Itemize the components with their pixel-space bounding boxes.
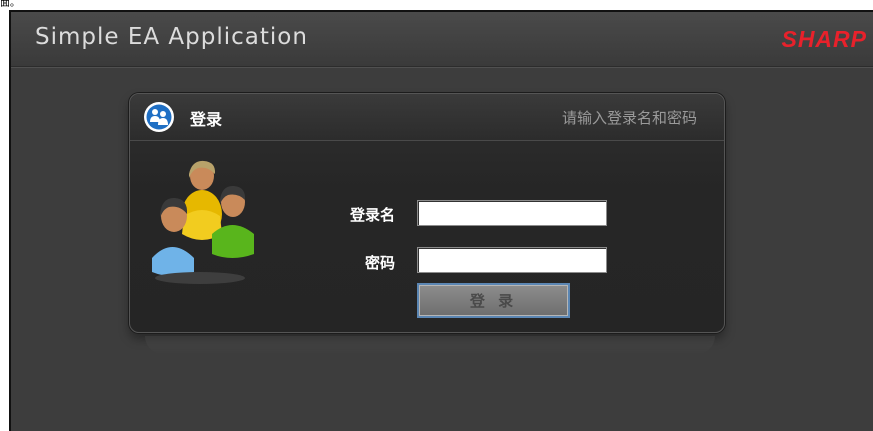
users-group-illustration	[152, 160, 254, 284]
app-header: Simple EA Application SHARP	[11, 12, 873, 67]
brand-logo: SHARP	[781, 26, 867, 52]
username-label: 登录名	[349, 206, 395, 224]
users-group-icon	[144, 102, 174, 132]
login-button[interactable]: 登 录	[417, 283, 570, 318]
login-panel-title: 登录	[190, 110, 223, 129]
panel-reflection	[145, 336, 715, 354]
login-panel: 登录 请输入登录名和密码 登录名 密码 登 录	[129, 93, 725, 333]
app-title: Simple EA Application	[35, 24, 308, 50]
page-fragment-text: 面。	[0, 0, 20, 9]
login-panel-header: 登录 请输入登录名和密码	[130, 94, 724, 141]
password-label: 密码	[364, 254, 395, 272]
login-panel-hint: 请输入登录名和密码	[561, 109, 697, 127]
password-input[interactable]	[417, 247, 607, 273]
username-input[interactable]	[417, 200, 607, 226]
